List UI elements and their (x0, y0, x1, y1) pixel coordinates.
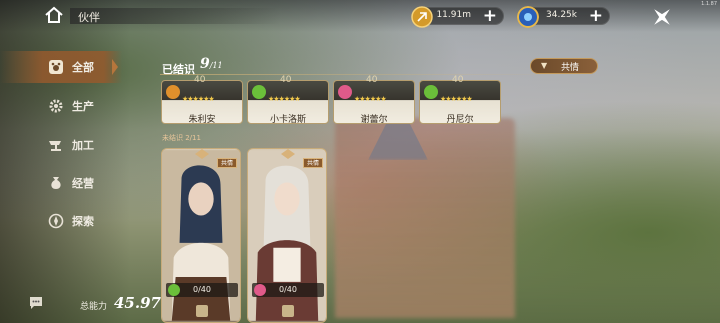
element-icon (338, 85, 352, 99)
add-gem-button[interactable]: + (589, 6, 603, 26)
partner-name: 丹尼尔 (446, 115, 474, 125)
partner-stars: ★★★★★★ (354, 95, 387, 103)
add-gold-button[interactable]: + (483, 6, 497, 26)
version-label: 1.1.87 (701, 1, 717, 7)
gear-icon (49, 99, 63, 113)
gem-resource: 34.25k + (517, 6, 610, 28)
sidebar (0, 0, 130, 323)
gold-value: 11.91m (436, 10, 471, 20)
gem-ornament-icon (195, 149, 209, 159)
gem-value: 34.25k (546, 10, 577, 20)
fragment-count: 0/40 (193, 285, 211, 294)
anvil-icon (49, 141, 61, 151)
lock-icon (282, 305, 294, 317)
compass-icon (48, 213, 64, 229)
sidebar-item-processing[interactable]: 加工 (0, 129, 122, 161)
chat-icon[interactable] (28, 296, 44, 310)
sidebar-item-label: 探索 (72, 215, 94, 228)
fragment-count: 0/40 (279, 285, 297, 294)
sidebar-item-label: 生产 (72, 100, 94, 113)
filter-label: 共情 (561, 63, 580, 73)
unbonded-label: 未结识 2/11 (162, 134, 201, 142)
partner-name: 谢蕾尔 (360, 115, 388, 125)
page-title-bar: 伙伴 (70, 8, 280, 24)
lock-icon (196, 305, 208, 317)
home-icon[interactable] (44, 6, 64, 24)
triangle-down-icon: ▼ (541, 61, 548, 70)
fragment-bar: 0/40 (166, 283, 238, 297)
sidebar-item-all[interactable]: 全部 (0, 51, 122, 83)
page-title: 伙伴 (78, 11, 100, 24)
partner-card[interactable]: 40 ★★★★★★ 小卡洛斯 (247, 75, 329, 125)
partner-card[interactable]: 40 ★★★★★★ 丹尼尔 (419, 75, 501, 125)
partner-name: 小卡洛斯 (269, 115, 306, 125)
partner-level: 40 (452, 75, 464, 85)
character-card[interactable]: 共情 0/40 (247, 148, 327, 323)
partner-card[interactable]: 40 ★★★★★★ 朱利安 (161, 75, 243, 125)
gem-ornament-icon (281, 149, 295, 159)
close-icon[interactable] (651, 6, 673, 28)
gold-resource: 11.91m + (411, 6, 504, 28)
bonded-total: /11 (209, 61, 223, 70)
sidebar-item-production[interactable]: 生产 (0, 90, 122, 122)
gold-coin-icon (411, 6, 433, 28)
sidebar-item-explore[interactable]: 探索 (0, 205, 122, 237)
gem-icon (517, 6, 539, 28)
partner-stars: ★★★★★★ (268, 95, 301, 103)
sidebar-item-business[interactable]: 经营 (0, 167, 122, 199)
sidebar-item-label: 经营 (72, 177, 94, 190)
element-icon (252, 85, 266, 99)
paw-icon (49, 60, 63, 74)
partner-name: 朱利安 (188, 115, 216, 125)
pouch-icon (51, 177, 61, 189)
element-icon (166, 85, 180, 99)
sidebar-item-label: 全部 (72, 61, 94, 74)
partner-level: 40 (280, 75, 292, 85)
background-castle (335, 118, 515, 318)
filter-dropdown[interactable]: ▼ 共情 (530, 58, 598, 74)
bonded-count: 9/11 (200, 56, 223, 72)
power-label: 总能力 (80, 302, 108, 312)
partner-card[interactable]: 40 ★★★★★★ 谢蕾尔 (333, 75, 415, 125)
empathy-badge: 共情 (217, 158, 237, 168)
element-icon (424, 85, 438, 99)
partner-stars: ★★★★★★ (182, 95, 215, 103)
fragment-bar: 0/40 (252, 283, 324, 297)
character-card[interactable]: 共情 0/40 (161, 148, 241, 323)
partner-level: 40 (194, 75, 206, 85)
empathy-badge: 共情 (303, 158, 323, 168)
partner-level: 40 (366, 75, 378, 85)
sidebar-item-label: 加工 (72, 139, 94, 152)
partner-stars: ★★★★★★ (440, 95, 473, 103)
